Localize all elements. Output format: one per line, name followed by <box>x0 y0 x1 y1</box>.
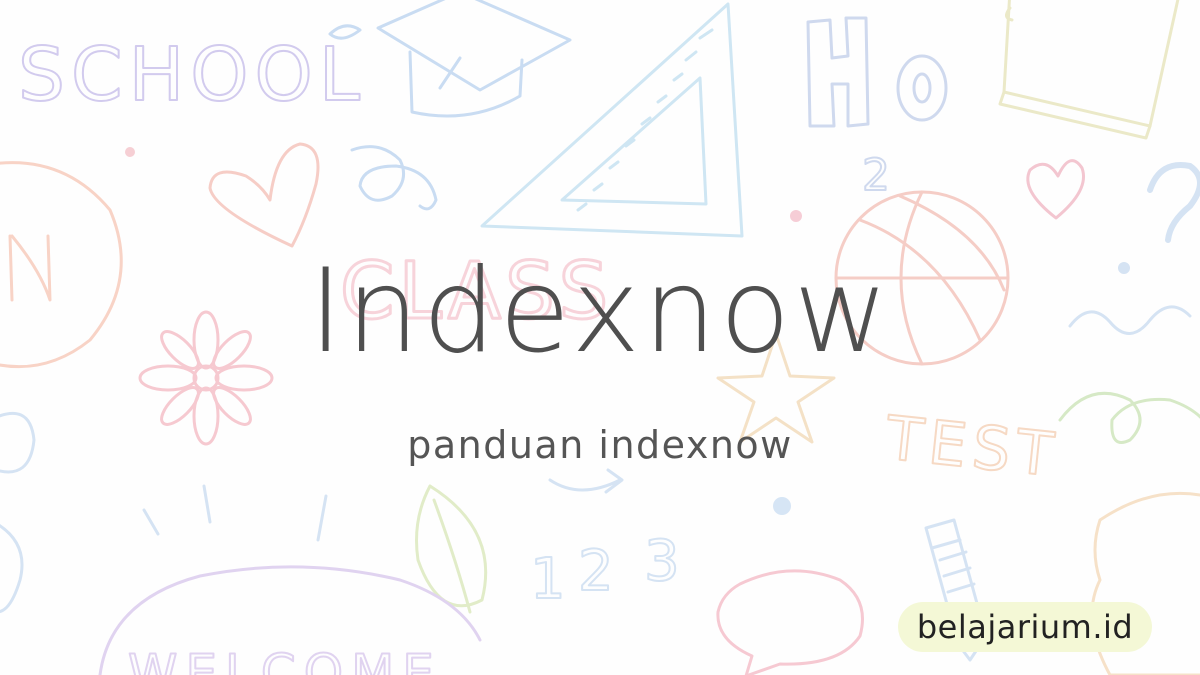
doodle-number-2: 2 <box>578 539 614 604</box>
doodle-number-1: 1 <box>530 547 566 612</box>
arrow-icon <box>548 468 624 494</box>
doodle-word-welcome: WELCOME <box>128 644 442 675</box>
doodle-letters-ho <box>806 16 948 128</box>
doodle-dot-pink <box>125 147 135 157</box>
set-square-icon <box>480 2 744 238</box>
doodle-word-school: SCHOOL <box>18 32 366 118</box>
brand-badge: belajarium.id <box>898 602 1152 652</box>
thumbnail-canvas: SCHOOL 2 CLASS TEST 1 2 3 WELCOME Indexn… <box>0 0 1200 675</box>
notebook-icon <box>998 0 1180 140</box>
page-title: Indexnow <box>308 244 892 379</box>
heart-icon <box>208 142 320 248</box>
page-subtitle: panduan indexnow <box>407 423 793 467</box>
heart-icon-small <box>1026 159 1085 220</box>
tick-marks <box>142 484 328 542</box>
doodle-number-two: 2 <box>862 150 890 201</box>
speech-bubble-icon <box>716 569 864 675</box>
brand-label: belajarium.id <box>916 608 1134 646</box>
swirl-icon <box>350 145 438 211</box>
doodle-dot-rose <box>790 210 802 222</box>
doodle-number-3: 3 <box>644 529 680 594</box>
doodle-dot-blue <box>773 497 791 515</box>
leaf-icon <box>415 484 488 614</box>
